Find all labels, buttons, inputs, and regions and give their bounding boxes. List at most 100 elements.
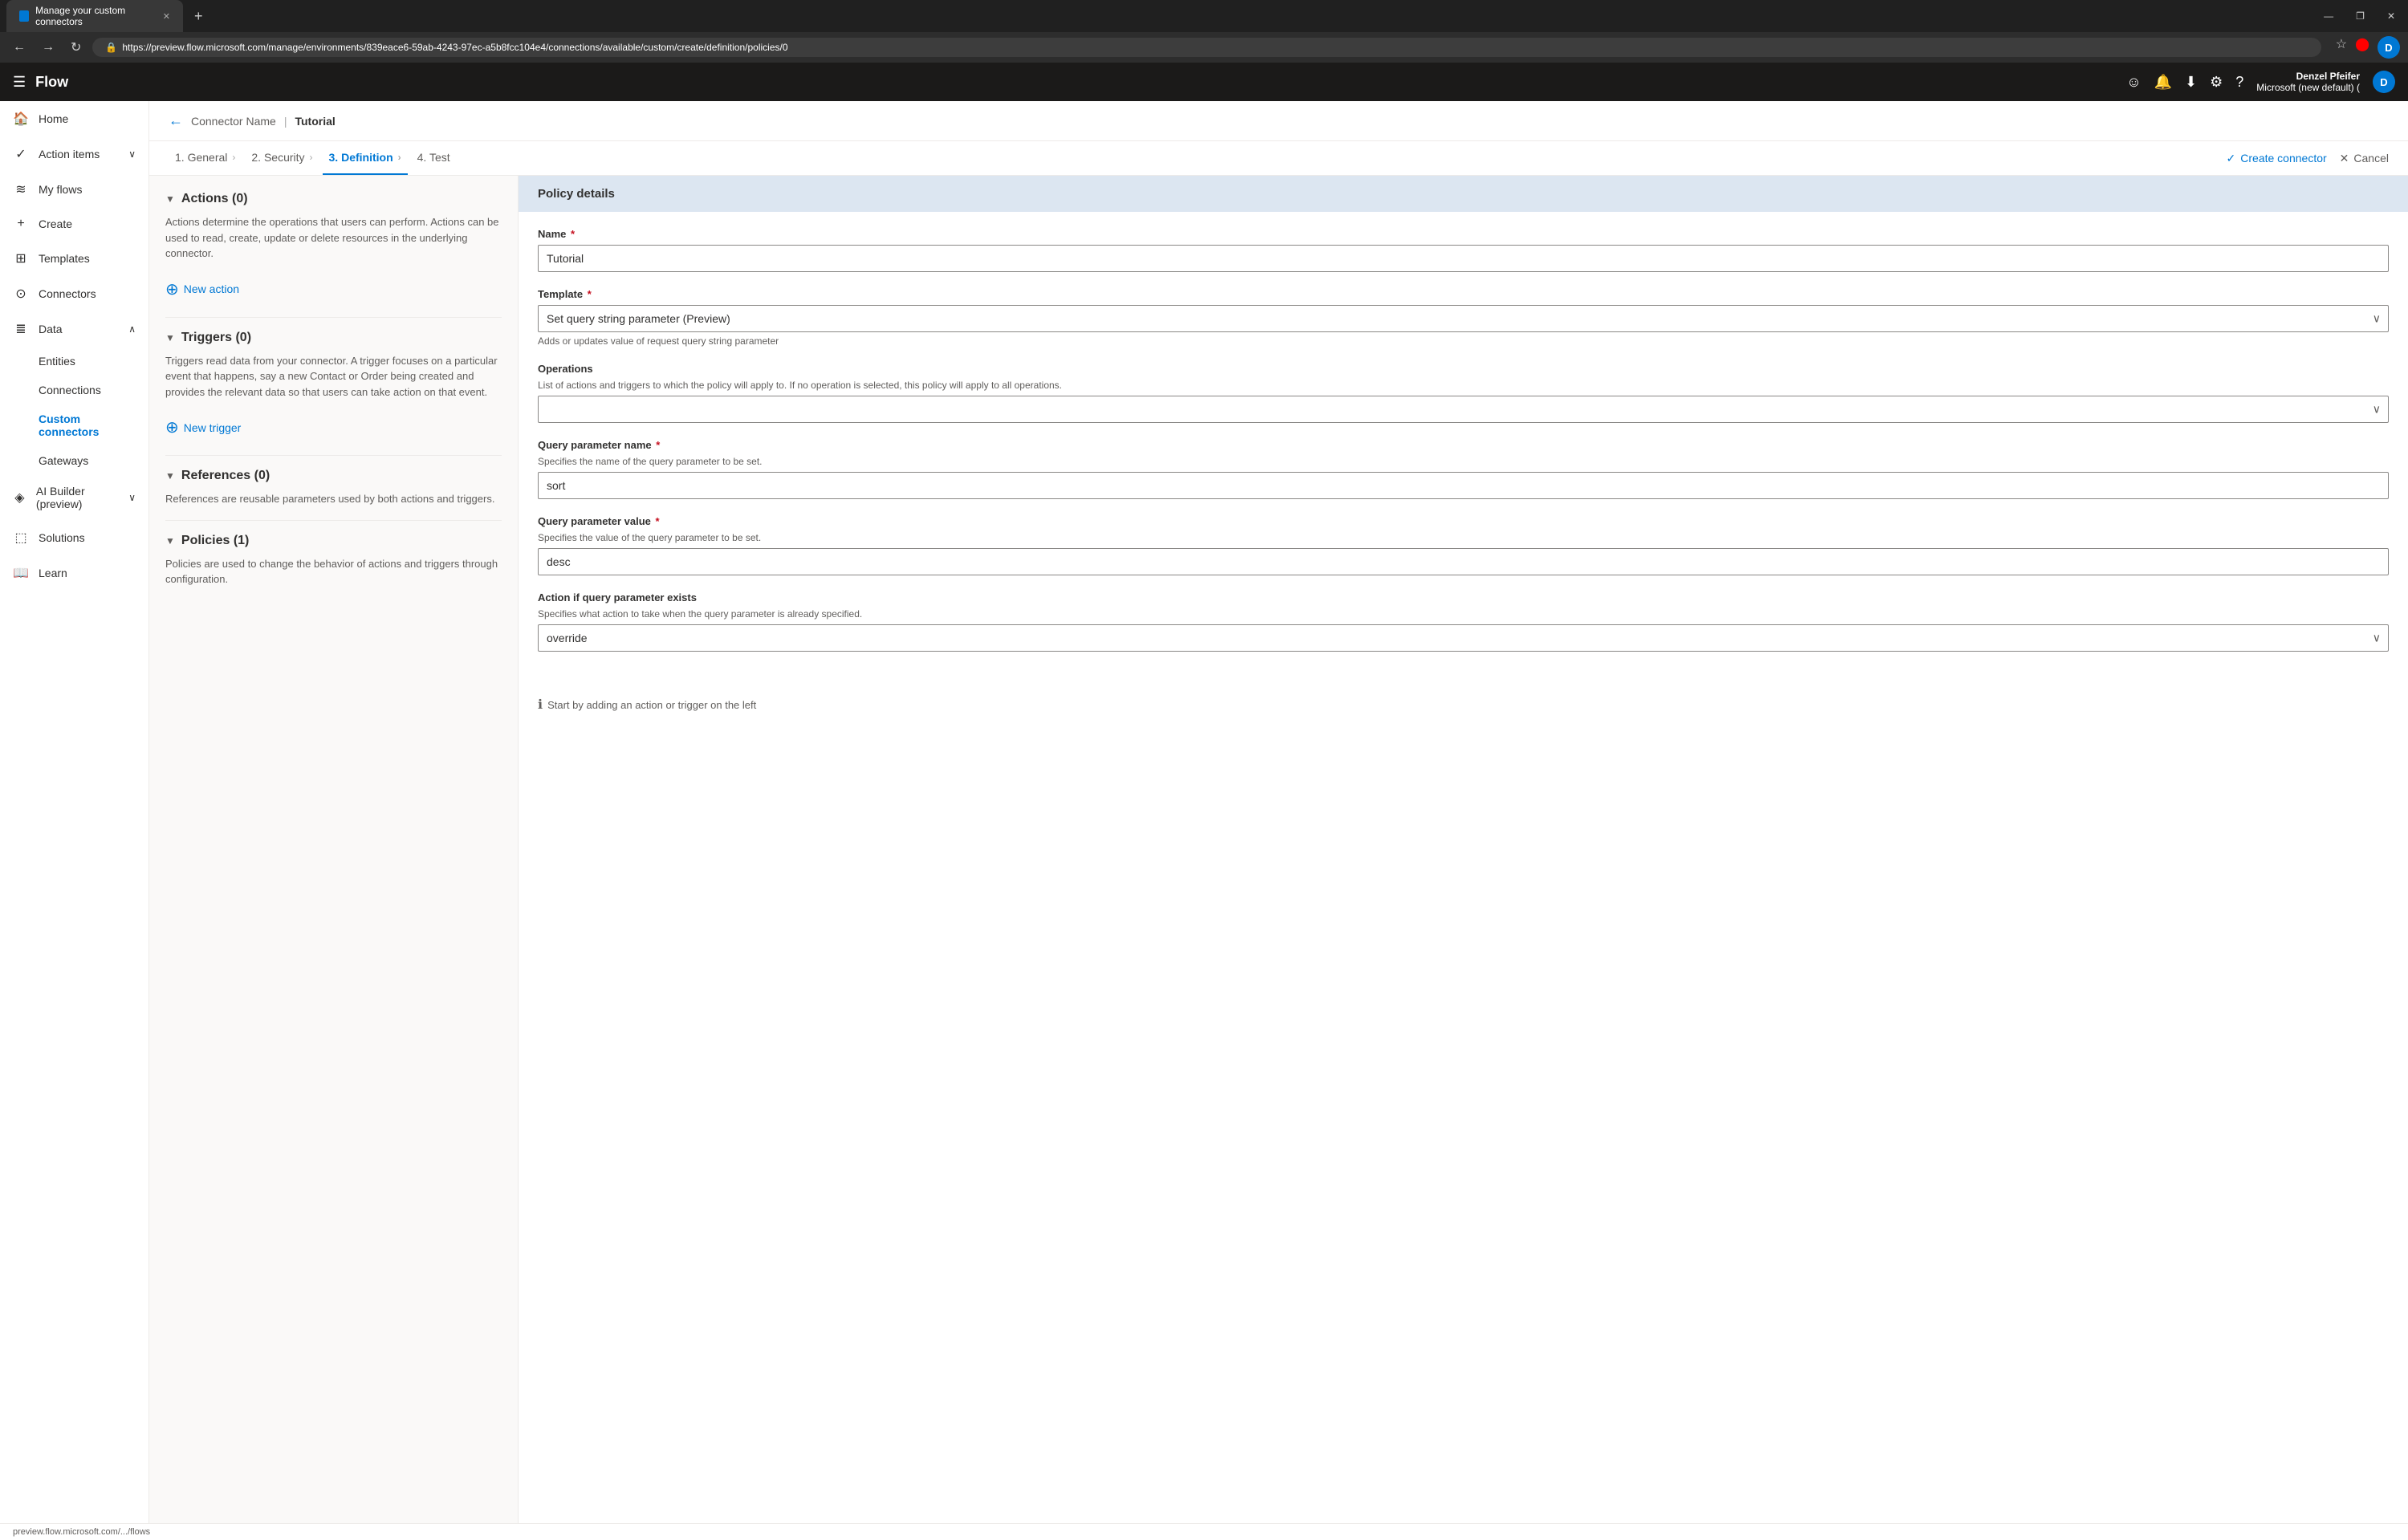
- star-icon[interactable]: ☆: [2336, 36, 2347, 59]
- new-trigger-button[interactable]: ⊕ New trigger: [165, 412, 502, 442]
- browser-tab[interactable]: Manage your custom connectors ✕: [6, 0, 183, 32]
- action-exists-select[interactable]: override: [538, 624, 2389, 652]
- sidebar-item-custom-connectors[interactable]: Custom connectors: [39, 404, 148, 446]
- tab-security[interactable]: 2. Security ›: [245, 141, 319, 175]
- left-panel: ▼ Actions (0) Actions determine the oper…: [149, 176, 519, 1540]
- divider-2: [165, 455, 502, 456]
- sidebar-item-learn[interactable]: 📖 Learn: [0, 555, 148, 591]
- tab-general[interactable]: 1. General ›: [169, 141, 242, 175]
- triggers-section: ▼ Triggers (0) Triggers read data from y…: [165, 331, 502, 443]
- name-input[interactable]: [538, 245, 2389, 272]
- sidebar-label-my-flows: My flows: [39, 183, 82, 196]
- action-exists-group: Action if query parameter exists Specifi…: [538, 591, 2389, 652]
- browser-chrome: Manage your custom connectors ✕ + — ❐ ✕: [0, 0, 2408, 32]
- references-section-header[interactable]: ▼ References (0): [165, 469, 502, 483]
- sidebar-item-templates[interactable]: ⊞ Templates: [0, 241, 148, 276]
- create-connector-button[interactable]: ✓ Create connector: [2227, 152, 2327, 165]
- actions-section-header[interactable]: ▼ Actions (0): [165, 192, 502, 206]
- download-icon[interactable]: ⬇: [2185, 74, 2197, 91]
- tab-test[interactable]: 4. Test: [411, 141, 457, 175]
- query-param-value-label: Query parameter value *: [538, 515, 2389, 527]
- opera-icon[interactable]: ⬤: [2355, 36, 2369, 59]
- policies-section: ▼ Policies (1) Policies are used to chan…: [165, 534, 502, 587]
- window-controls: — ❐ ✕: [2317, 9, 2402, 23]
- data-icon: ≣: [13, 321, 29, 337]
- back-nav-button[interactable]: ←: [8, 39, 31, 56]
- sidebar-label-connectors: Connectors: [39, 287, 96, 300]
- tab-test-label: 4. Test: [417, 151, 450, 164]
- forward-nav-button[interactable]: →: [37, 39, 59, 56]
- query-param-value-input[interactable]: [538, 548, 2389, 575]
- cancel-button[interactable]: ✕ Cancel: [2340, 152, 2389, 165]
- query-param-name-hint: Specifies the name of the query paramete…: [538, 456, 2389, 467]
- query-param-name-group: Query parameter name * Specifies the nam…: [538, 439, 2389, 499]
- data-sub-menu: Entities Connections Custom connectors G…: [0, 347, 148, 475]
- sidebar-item-create[interactable]: + Create: [0, 207, 148, 241]
- new-tab-button[interactable]: +: [189, 8, 208, 25]
- sidebar-item-connections[interactable]: Connections: [39, 376, 148, 404]
- action-exists-hint: Specifies what action to take when the q…: [538, 608, 2389, 620]
- query-param-value-group: Query parameter value * Specifies the va…: [538, 515, 2389, 575]
- sidebar-item-solutions[interactable]: ⬚ Solutions: [0, 520, 148, 555]
- url-field[interactable]: 🔒 https://preview.flow.microsoft.com/man…: [92, 38, 2321, 57]
- sidebar-item-data[interactable]: ≣ Data ∧: [0, 311, 148, 347]
- sidebar-item-action-items[interactable]: ✓ Action items ∨: [0, 136, 148, 172]
- sidebar-label-home: Home: [39, 112, 68, 125]
- sidebar-label-templates: Templates: [39, 252, 90, 265]
- sidebar-label-gateways: Gateways: [39, 454, 88, 467]
- operations-select-wrapper: ∨: [538, 396, 2389, 423]
- name-label: Name *: [538, 228, 2389, 240]
- help-icon[interactable]: ?: [2235, 74, 2243, 91]
- user-org: Microsoft (new default) (: [2256, 82, 2360, 93]
- sidebar-item-ai-builder[interactable]: ◈ AI Builder (preview) ∨: [0, 475, 148, 520]
- sidebar-item-home[interactable]: 🏠 Home: [0, 101, 148, 136]
- query-param-name-input[interactable]: [538, 472, 2389, 499]
- connectors-icon: ⊙: [13, 286, 29, 302]
- tab-chevron-1: ›: [232, 152, 235, 163]
- main-area: 🏠 Home ✓ Action items ∨ ≋ My flows + Cre…: [0, 101, 2408, 1540]
- operations-field-group: Operations List of actions and triggers …: [538, 363, 2389, 423]
- close-button[interactable]: ✕: [2381, 9, 2402, 23]
- sidebar-label-entities: Entities: [39, 355, 75, 368]
- sidebar-item-entities[interactable]: Entities: [39, 347, 148, 376]
- app-logo: Flow: [35, 74, 68, 91]
- operations-select[interactable]: [538, 396, 2389, 423]
- template-field-group: Template * Set query string parameter (P…: [538, 288, 2389, 347]
- user-name: Denzel Pfeifer: [2256, 71, 2360, 82]
- browser-user-avatar[interactable]: D: [2377, 36, 2400, 59]
- triggers-section-title: Triggers (0): [181, 331, 251, 345]
- hamburger-icon[interactable]: ☰: [13, 74, 26, 91]
- settings-icon[interactable]: ⚙: [2210, 74, 2223, 91]
- ai-builder-chevron-icon: ∨: [128, 492, 136, 503]
- right-panel: Policy details Name *: [519, 176, 2408, 1540]
- sidebar-item-connectors[interactable]: ⊙ Connectors: [0, 276, 148, 311]
- learn-icon: 📖: [13, 565, 29, 581]
- tab-definition[interactable]: 3. Definition ›: [323, 141, 408, 175]
- new-action-plus-icon: ⊕: [165, 279, 179, 299]
- sidebar-label-solutions: Solutions: [39, 531, 85, 544]
- breadcrumb-separator: |: [284, 115, 287, 128]
- sidebar-item-gateways[interactable]: Gateways: [39, 446, 148, 475]
- bell-icon[interactable]: 🔔: [2154, 74, 2172, 91]
- policies-section-header[interactable]: ▼ Policies (1): [165, 534, 502, 548]
- minimize-button[interactable]: —: [2317, 9, 2340, 23]
- new-action-button[interactable]: ⊕ New action: [165, 274, 502, 304]
- triggers-section-header[interactable]: ▼ Triggers (0): [165, 331, 502, 345]
- user-avatar[interactable]: D: [2373, 71, 2395, 93]
- sidebar-item-my-flows[interactable]: ≋ My flows: [0, 172, 148, 207]
- back-button[interactable]: ←: [169, 112, 183, 129]
- my-flows-icon: ≋: [13, 181, 29, 197]
- action-exists-label: Action if query parameter exists: [538, 591, 2389, 603]
- status-text: preview.flow.microsoft.com/.../flows: [13, 1527, 150, 1537]
- action-items-chevron-icon: ∨: [128, 148, 136, 160]
- template-select[interactable]: Set query string parameter (Preview): [538, 305, 2389, 332]
- user-info: Denzel Pfeifer Microsoft (new default) (: [2256, 71, 2360, 93]
- tab-close-icon[interactable]: ✕: [163, 11, 170, 22]
- emoji-icon[interactable]: ☺: [2126, 74, 2141, 91]
- step-tab-actions: ✓ Create connector ✕ Cancel: [2227, 152, 2389, 165]
- breadcrumb-parent[interactable]: Connector Name: [191, 115, 276, 128]
- top-nav: ☰ Flow ☺ 🔔 ⬇ ⚙ ? Denzel Pfeifer Microsof…: [0, 63, 2408, 101]
- reload-button[interactable]: ↻: [66, 38, 86, 57]
- template-label: Template *: [538, 288, 2389, 300]
- restore-button[interactable]: ❐: [2349, 9, 2371, 23]
